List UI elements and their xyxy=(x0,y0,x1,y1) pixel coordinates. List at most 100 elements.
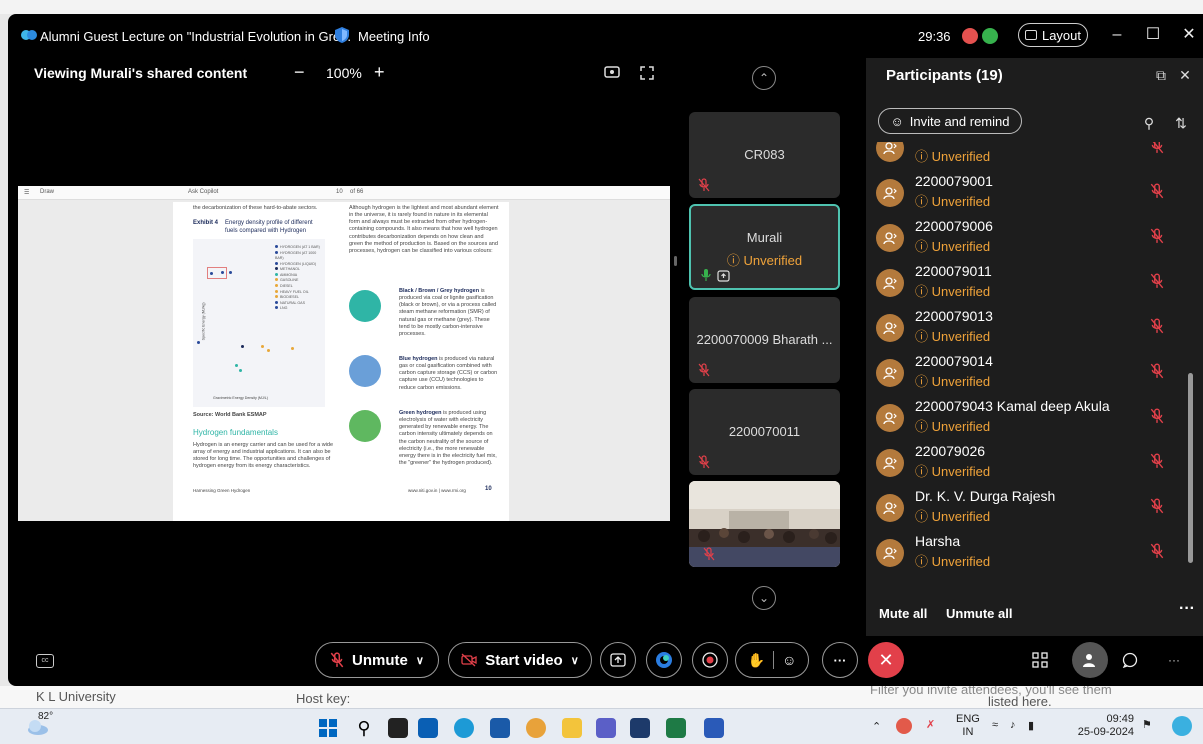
more-panels-icon[interactable]: ··· xyxy=(1164,650,1184,670)
zoom-out-button[interactable]: − xyxy=(294,62,305,83)
draw-tool[interactable]: Draw xyxy=(40,189,54,195)
avatar-icon xyxy=(876,404,904,432)
excel-icon[interactable] xyxy=(666,718,686,738)
video-tile-2200070011[interactable]: 2200070011 xyxy=(689,389,840,475)
dell-icon[interactable] xyxy=(418,718,438,738)
maximize-icon[interactable]: ☐ xyxy=(1144,26,1162,44)
mute-all-button[interactable]: Mute all xyxy=(879,606,927,621)
minimize-icon[interactable]: – xyxy=(1108,26,1126,44)
store-icon[interactable] xyxy=(490,718,510,738)
page-number[interactable]: 10 xyxy=(336,189,343,195)
more-options-button[interactable]: ··· xyxy=(822,642,858,678)
language-indicator[interactable]: ENG IN xyxy=(956,713,980,739)
mic-muted-icon[interactable] xyxy=(1150,183,1164,199)
close-icon[interactable]: ✕ xyxy=(1180,26,1198,44)
task-view-icon[interactable] xyxy=(388,718,408,738)
doc-scrollbar[interactable] xyxy=(674,256,677,266)
participant-scrollbar[interactable] xyxy=(1188,373,1193,563)
notification-icon[interactable]: ⚑ xyxy=(1142,718,1152,731)
layout-button[interactable]: Layout xyxy=(1018,23,1088,47)
mic-muted-icon[interactable] xyxy=(1150,543,1164,559)
ask-copilot[interactable]: Ask Copilot xyxy=(188,189,218,195)
volume-icon[interactable]: ♪ xyxy=(1010,719,1016,731)
tray-chevron-icon[interactable]: ⌃ xyxy=(872,720,881,733)
legend-label: AMMONIA xyxy=(280,272,298,277)
weather-icon[interactable]: 82° xyxy=(24,711,53,737)
participant-row[interactable]: 2200079011 ⓘ Unverified xyxy=(866,259,1186,304)
edge-icon[interactable] xyxy=(454,718,474,738)
mic-muted-icon[interactable] xyxy=(1150,498,1164,514)
webex-icon[interactable] xyxy=(630,718,650,738)
participant-row[interactable]: 220079026 ⓘ Unverified xyxy=(866,439,1186,484)
recording-indicator-icon[interactable] xyxy=(962,28,978,44)
record-button[interactable] xyxy=(692,642,728,678)
participant-row[interactable]: ⓘ Unverified xyxy=(866,142,1186,169)
mic-muted-icon[interactable] xyxy=(1150,142,1164,154)
ai-assistant-button[interactable] xyxy=(646,642,682,678)
participants-toggle-icon[interactable] xyxy=(1072,642,1108,678)
reactions-button[interactable]: ✋ ☺ xyxy=(735,642,809,678)
meeting-info-button[interactable]: Meeting Info xyxy=(358,29,430,44)
battery-icon[interactable]: ▮ xyxy=(1028,719,1034,732)
fullscreen-icon[interactable] xyxy=(640,66,654,80)
participant-row[interactable]: 2200079006 ⓘ Unverified xyxy=(866,214,1186,259)
participant-row[interactable]: 2200079013 ⓘ Unverified xyxy=(866,304,1186,349)
annotate-icon[interactable] xyxy=(604,66,620,80)
tray-mic-muted-icon[interactable]: ✗ xyxy=(926,718,935,731)
windows-start-icon[interactable] xyxy=(318,718,338,738)
tray-app-icon[interactable] xyxy=(896,718,912,734)
participant-list[interactable]: ⓘ Unverified 2200079001 ⓘ Unverified 220007… xyxy=(866,142,1186,592)
sort-icon[interactable]: ⇅ xyxy=(1174,116,1188,130)
participant-row[interactable]: 2200079001 ⓘ Unverified xyxy=(866,169,1186,214)
tiles-scroll-down[interactable]: ⌄ xyxy=(752,586,776,610)
file-explorer-icon[interactable] xyxy=(562,718,582,738)
windows-taskbar: 82° ⚲ ⌃ ✗ ENG IN ≈ ♪ ▮ 09:49 25-09-2024 … xyxy=(0,708,1203,744)
shield-icon[interactable] xyxy=(333,26,351,44)
audio-indicator-icon[interactable] xyxy=(982,28,998,44)
video-tile-classroom[interactable] xyxy=(689,481,840,567)
unmute-all-button[interactable]: Unmute all xyxy=(946,606,1012,621)
mic-muted-icon[interactable] xyxy=(1150,318,1164,334)
zoom-level[interactable]: 100% xyxy=(326,65,362,81)
popout-icon[interactable]: ⧉ xyxy=(1154,68,1168,82)
panel-more-button[interactable]: ··· xyxy=(1179,600,1195,618)
word-icon[interactable] xyxy=(704,718,724,738)
video-tile-bharath[interactable]: 2200070009 Bharath ... xyxy=(689,297,840,383)
captions-icon[interactable]: cc xyxy=(36,654,54,668)
unmute-button[interactable]: Unmute ∨ xyxy=(315,642,439,678)
participant-row[interactable]: Harsha ⓘ Unverified xyxy=(866,529,1186,574)
apps-icon[interactable] xyxy=(1030,650,1050,670)
chrome-icon[interactable] xyxy=(526,718,546,738)
emoji-icon: ☺ xyxy=(782,652,797,668)
zoom-in-button[interactable]: + xyxy=(374,62,385,83)
start-video-button[interactable]: Start video ∨ xyxy=(448,642,592,678)
copilot-icon[interactable] xyxy=(1172,716,1192,736)
chat-icon[interactable] xyxy=(1120,650,1140,670)
search-icon[interactable]: ⚲ xyxy=(1142,116,1156,130)
video-tile-cr083[interactable]: CR083 xyxy=(689,112,840,198)
mic-muted-icon[interactable] xyxy=(1150,363,1164,379)
leave-meeting-button[interactable]: ✕ xyxy=(868,642,904,678)
participant-row[interactable]: Dr. K. V. Durga Rajesh ⓘ Unverified xyxy=(866,484,1186,529)
clock[interactable]: 09:49 25-09-2024 xyxy=(1074,713,1134,739)
mic-muted-icon[interactable] xyxy=(1150,273,1164,289)
shared-document[interactable]: ☰ Draw Ask Copilot 10 of 66 the decarbon… xyxy=(18,186,677,521)
participant-name: 2200079013 xyxy=(915,308,993,324)
close-panel-icon[interactable]: ✕ xyxy=(1178,68,1192,82)
participant-row[interactable]: 2200079043 Kamal deep Akula ⓘ Unverified xyxy=(866,394,1186,439)
tiles-scroll-up[interactable]: ⌃ xyxy=(752,66,776,90)
legend-marker xyxy=(275,289,278,293)
teams-icon[interactable] xyxy=(596,718,616,738)
invite-remind-button[interactable]: ☺ Invite and remind xyxy=(878,108,1022,134)
mic-muted-icon[interactable] xyxy=(1150,228,1164,244)
video-tile-murali[interactable]: Murali ⓘ Unverified xyxy=(689,204,840,290)
search-icon[interactable]: ⚲ xyxy=(354,718,374,738)
pdf-menu-icon[interactable]: ☰ xyxy=(24,189,29,196)
participant-row[interactable]: 2200079014 ⓘ Unverified xyxy=(866,349,1186,394)
participant-status: ⓘ Unverified xyxy=(915,419,991,434)
mic-muted-icon[interactable] xyxy=(1150,453,1164,469)
share-button[interactable] xyxy=(600,642,636,678)
legend-marker xyxy=(275,295,278,299)
mic-muted-icon[interactable] xyxy=(1150,408,1164,424)
wifi-icon[interactable]: ≈ xyxy=(992,719,998,731)
